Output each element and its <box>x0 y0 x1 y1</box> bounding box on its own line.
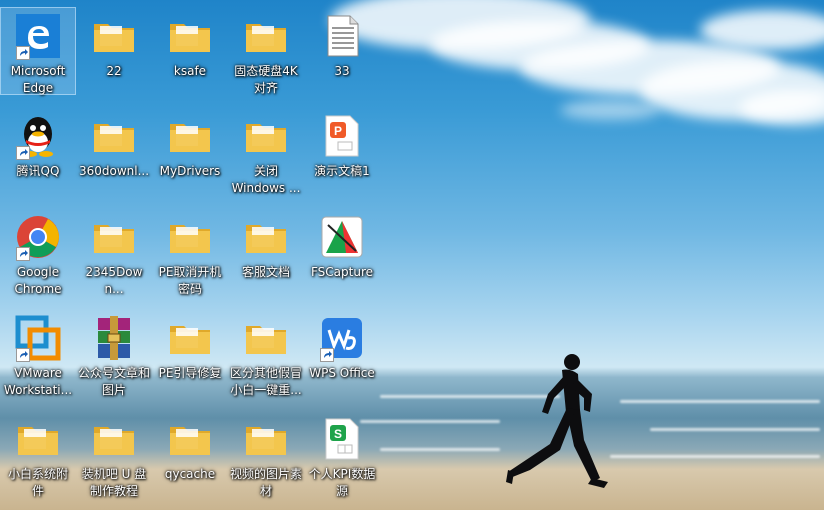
folder-icon <box>242 12 290 60</box>
desktop-icon-label: Microsoft Edge <box>10 64 66 95</box>
folder-icon <box>242 314 290 362</box>
desktop-icon-label: 33 <box>334 64 350 78</box>
folder-icon <box>166 112 214 160</box>
desktop-icon-label: 小白系统附 件 <box>7 467 68 498</box>
desktop-icon[interactable]: S 个人KPI数据 源 <box>305 411 379 501</box>
desktop-icon-label: 视频的图片素 材 <box>229 467 302 498</box>
desktop-icon-label: qycache <box>164 467 216 481</box>
desktop-icon-label: 演示文稿1 <box>314 164 370 178</box>
desktop-icon[interactable]: MyDrivers <box>153 108 227 198</box>
folder-icon <box>166 213 214 261</box>
desktop-icon[interactable]: 腾讯QQ <box>1 108 75 198</box>
folder-icon <box>90 112 138 160</box>
shortcut-arrow-icon <box>16 46 30 60</box>
folder-icon <box>166 12 214 60</box>
edge-icon <box>14 12 62 60</box>
chrome-icon <box>14 213 62 261</box>
shortcut-arrow-icon <box>16 348 30 362</box>
winrar-icon <box>90 314 138 362</box>
folder-icon <box>90 213 138 261</box>
folder-icon <box>242 213 290 261</box>
shortcut-arrow-icon <box>320 348 334 362</box>
qq-icon <box>14 112 62 160</box>
folder-icon <box>166 415 214 463</box>
desktop-icon-label: WPS Office <box>309 366 375 380</box>
desktop-icon-label: MyDrivers <box>159 164 221 178</box>
svg-text:P: P <box>334 124 342 138</box>
desktop-icon-label: ksafe <box>173 64 207 78</box>
svg-text:S: S <box>334 427 342 441</box>
desktop-icon[interactable]: FSCapture <box>305 209 379 299</box>
desktop-icon-label: PE引导修复 <box>158 366 222 380</box>
desktop-icon[interactable]: PE取消开机 密码 <box>153 209 227 299</box>
folder-icon <box>242 415 290 463</box>
folder-icon <box>14 415 62 463</box>
desktop-icon[interactable]: 视频的图片素 材 <box>229 411 303 501</box>
desktop-icon[interactable]: WPS Office <box>305 310 379 400</box>
desktop-icon[interactable]: 装机吧 U 盘 制作教程 <box>77 411 151 501</box>
folder-icon <box>90 12 138 60</box>
shortcut-arrow-icon <box>16 146 30 160</box>
folder-icon <box>166 314 214 362</box>
desktop-icon-label: 腾讯QQ <box>16 164 60 178</box>
desktop-icon[interactable]: P 演示文稿1 <box>305 108 379 198</box>
desktop-icon[interactable]: 关闭 Windows ... <box>229 108 303 198</box>
desktop-icon[interactable]: ksafe <box>153 8 227 98</box>
text-file-icon <box>318 12 366 60</box>
desktop-icon-label: 关闭 Windows ... <box>231 164 301 195</box>
desktop-icon[interactable]: Google Chrome <box>1 209 75 299</box>
desktop-icon[interactable]: 公众号文章和 图片 <box>77 310 151 400</box>
desktop-icon-label: 360downl... <box>78 164 150 178</box>
desktop-icon[interactable]: 33 <box>305 8 379 98</box>
desktop-icon-label: FSCapture <box>310 265 374 279</box>
desktop-icon[interactable]: 固态硬盘4K 对齐 <box>229 8 303 98</box>
desktop-icon-label: PE取消开机 密码 <box>158 265 222 296</box>
desktop-icon[interactable]: 2345Down... <box>77 209 151 299</box>
desktop-icon-label: 个人KPI数据 源 <box>308 467 376 498</box>
desktop-icon-label: 客服文档 <box>241 265 290 279</box>
folder-icon <box>242 112 290 160</box>
desktop-icon-label: 装机吧 U 盘 制作教程 <box>81 467 147 498</box>
desktop-icon[interactable]: VMware Workstati... <box>1 310 75 400</box>
desktop-icon[interactable]: 区分其他假冒 小白一键重... <box>229 310 303 400</box>
wps-office-icon <box>318 314 366 362</box>
desktop-icon[interactable]: Microsoft Edge <box>0 7 76 95</box>
folder-icon <box>90 415 138 463</box>
desktop-icon[interactable]: 22 <box>77 8 151 98</box>
shortcut-arrow-icon <box>16 247 30 261</box>
wps-spreadsheet-icon: S <box>318 415 366 463</box>
wps-presentation-icon: P <box>318 112 366 160</box>
desktop-icon-label: VMware Workstati... <box>3 366 73 397</box>
desktop-icon-label: Google Chrome <box>14 265 62 296</box>
desktop-icon[interactable]: 360downl... <box>77 108 151 198</box>
desktop-icon-label: 区分其他假冒 小白一键重... <box>229 366 302 397</box>
desktop-icon-grid: Microsoft Edge 22 ksafe 固态硬盘4K 对齐 33 腾讯QQ 360d… <box>0 0 824 510</box>
desktop-icon[interactable]: 客服文档 <box>229 209 303 299</box>
desktop-icon[interactable]: qycache <box>153 411 227 501</box>
desktop-icon-label: 22 <box>106 64 122 78</box>
fscapture-icon <box>318 213 366 261</box>
desktop-icon[interactable]: 小白系统附 件 <box>1 411 75 501</box>
desktop-icon-label: 固态硬盘4K 对齐 <box>234 64 298 95</box>
desktop-icon-label: 公众号文章和 图片 <box>77 366 150 397</box>
desktop-icon-label: 2345Down... <box>85 265 143 296</box>
desktop-icon[interactable]: PE引导修复 <box>153 310 227 400</box>
vmware-icon <box>14 314 62 362</box>
